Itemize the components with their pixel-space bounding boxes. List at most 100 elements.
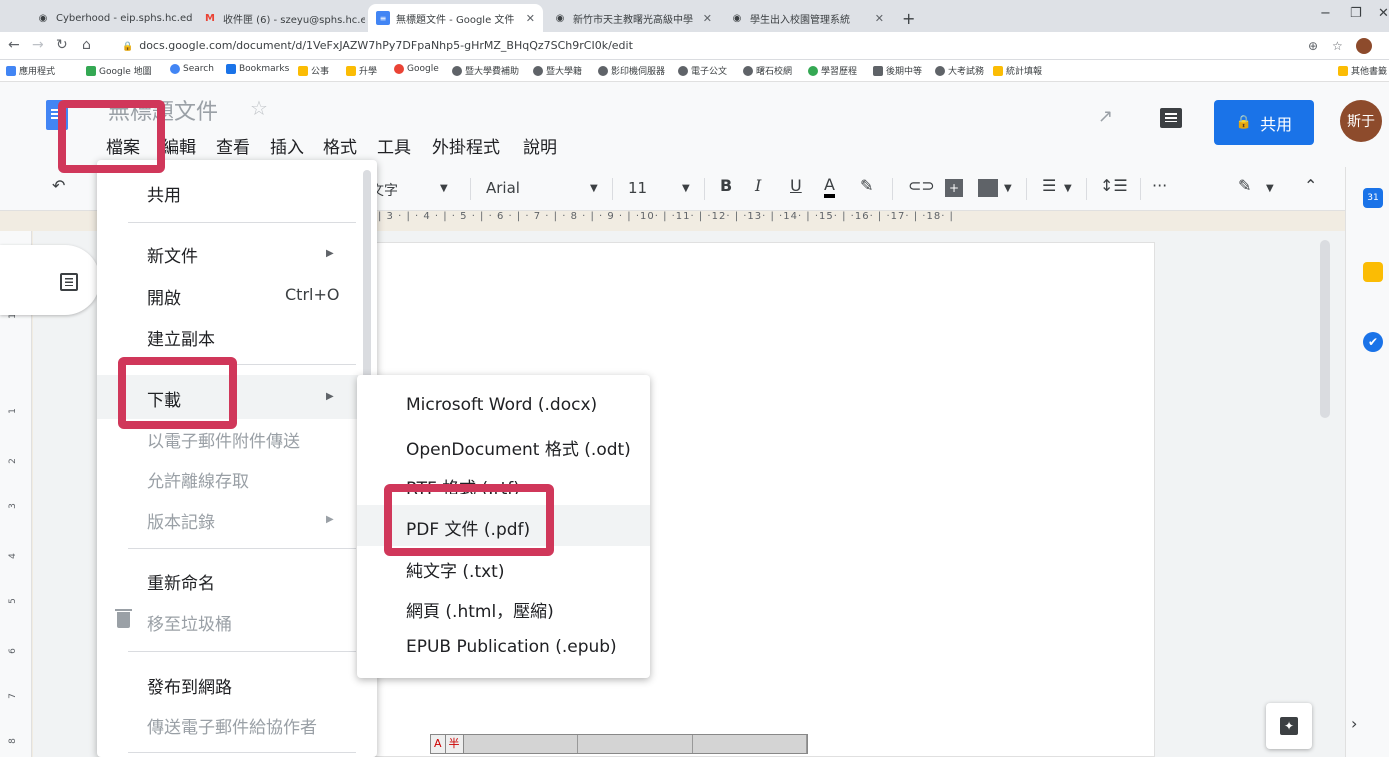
document-scrollbar[interactable] bbox=[1320, 240, 1330, 418]
bookmark-edoc[interactable]: 電子公文 bbox=[678, 64, 727, 77]
file-menu-rename[interactable]: 重新命名 bbox=[147, 569, 215, 594]
bookmark-printer[interactable]: 影印機伺服器 bbox=[598, 64, 665, 77]
highlight-icon[interactable]: ✎ bbox=[860, 176, 873, 195]
chevron-down-icon[interactable]: ▼ bbox=[682, 183, 690, 194]
file-menu-share[interactable]: 共用 bbox=[147, 181, 181, 206]
bookmark-secondary[interactable]: 後期中等 bbox=[873, 64, 922, 77]
back-icon[interactable]: ← bbox=[8, 37, 20, 53]
bookmark-google[interactable]: Google bbox=[394, 64, 439, 74]
calendar-icon[interactable]: 31 bbox=[1363, 188, 1383, 208]
line-spacing-icon[interactable]: ↕☰ bbox=[1100, 176, 1128, 195]
bold-button[interactable]: B bbox=[720, 176, 732, 195]
share-button[interactable]: 🔒 共用 bbox=[1214, 100, 1314, 145]
reload-icon[interactable]: ↻ bbox=[56, 37, 68, 53]
close-icon[interactable]: ✕ bbox=[520, 12, 535, 25]
bookmark-other[interactable]: 其他書籤 bbox=[1338, 64, 1387, 77]
file-menu-trash[interactable]: 移至垃圾桶 bbox=[147, 610, 232, 635]
file-menu-version-history[interactable]: 版本記錄 bbox=[147, 508, 215, 533]
document-outline-button[interactable] bbox=[0, 245, 100, 315]
close-icon[interactable]: ✕ bbox=[697, 12, 712, 25]
menu-view[interactable]: 查看 bbox=[216, 133, 250, 158]
chevron-down-icon[interactable]: ▼ bbox=[1004, 183, 1012, 194]
close-icon[interactable]: ✕ bbox=[869, 12, 884, 25]
maximize-icon[interactable]: ❐ bbox=[1350, 6, 1362, 21]
menu-help[interactable]: 說明 bbox=[523, 133, 557, 158]
more-options-button[interactable]: ··· bbox=[1152, 176, 1167, 195]
ime-mode-label[interactable]: A bbox=[431, 735, 446, 753]
home-icon[interactable]: ⌂ bbox=[82, 37, 91, 53]
bookmark-stats[interactable]: 統計填報 bbox=[993, 64, 1042, 77]
avatar[interactable]: 斯于 bbox=[1340, 100, 1382, 142]
browser-tab-cyberhood[interactable]: ◉ Cyberhood - eip.sphs.hc.edu.tw ✕ bbox=[28, 4, 193, 32]
download-docx[interactable]: Microsoft Word (.docx) bbox=[406, 395, 597, 415]
horizontal-ruler[interactable]: | 3 · | · 4 · | · 5 · | · 6 · | · 7 · | … bbox=[378, 211, 1158, 231]
file-menu-open[interactable]: 開啟 bbox=[147, 284, 181, 309]
browser-tab-gmail[interactable]: M 收件匣 (6) - szeyu@sphs.hc.edu ✕ bbox=[195, 4, 365, 32]
align-left-icon[interactable]: ☰ bbox=[1042, 176, 1056, 195]
explore-button[interactable]: ✦ bbox=[1266, 703, 1312, 749]
link-icon[interactable]: ⊂⊃ bbox=[908, 176, 935, 195]
bookmark-exam[interactable]: 大考試務 bbox=[935, 64, 984, 77]
star-icon[interactable]: ☆ bbox=[250, 96, 268, 120]
text-color-button[interactable]: A bbox=[824, 176, 835, 198]
comment-icon[interactable] bbox=[1160, 108, 1182, 128]
undo-icon[interactable]: ↶ bbox=[52, 176, 65, 195]
file-menu-publish[interactable]: 發布到網路 bbox=[147, 673, 232, 698]
insert-comment-icon[interactable]: + bbox=[945, 179, 963, 197]
bookmark-maps[interactable]: Google 地圖 bbox=[86, 64, 152, 77]
url-input[interactable]: 🔒 docs.google.com/document/d/1VeFxJAZW7hP… bbox=[122, 39, 633, 52]
tasks-icon[interactable]: ✔ bbox=[1363, 332, 1383, 352]
chevron-right-icon[interactable]: › bbox=[1351, 714, 1357, 733]
file-menu-new[interactable]: 新文件 bbox=[147, 242, 198, 267]
bookmark-search[interactable]: Search bbox=[170, 64, 214, 74]
download-txt[interactable]: 純文字 (.txt) bbox=[406, 557, 504, 582]
new-tab-button[interactable]: + bbox=[894, 4, 924, 32]
file-menu-copy[interactable]: 建立副本 bbox=[147, 325, 215, 350]
underline-button[interactable]: U bbox=[790, 176, 802, 195]
chevron-down-icon[interactable]: ▼ bbox=[590, 183, 598, 194]
menu-edit[interactable]: 編輯 bbox=[162, 133, 196, 158]
download-html[interactable]: 網頁 (.html，壓縮) bbox=[406, 597, 554, 622]
minimize-icon[interactable]: − bbox=[1320, 6, 1331, 21]
menu-insert[interactable]: 插入 bbox=[270, 133, 304, 158]
file-menu-offline[interactable]: 允許離線存取 bbox=[147, 467, 249, 492]
bookmark-enrollment[interactable]: 暨大學籍 bbox=[533, 64, 582, 77]
bookmark-tuition[interactable]: 暨大學費補助 bbox=[452, 64, 519, 77]
window-close-icon[interactable]: ✕ bbox=[1378, 6, 1389, 21]
chevron-down-icon[interactable]: ▼ bbox=[1064, 183, 1072, 194]
insert-image-icon[interactable] bbox=[978, 179, 998, 197]
italic-button[interactable]: I bbox=[755, 176, 761, 195]
file-menu-email-attachment[interactable]: 以電子郵件附件傳送 bbox=[147, 427, 300, 452]
keep-icon[interactable] bbox=[1363, 262, 1383, 282]
file-menu-email-collaborators[interactable]: 傳送電子郵件給協作者 bbox=[147, 713, 317, 738]
browser-tab-student[interactable]: ◉ 學生出入校園管理系統 ✕ bbox=[722, 4, 892, 32]
browser-tab-docs[interactable]: ≡ 無標題文件 - Google 文件 ✕ bbox=[368, 4, 543, 32]
bookmark-apps[interactable]: 應用程式 bbox=[6, 64, 55, 77]
chevron-down-icon[interactable]: ▼ bbox=[440, 183, 448, 194]
collapse-chevron-up-icon[interactable]: ⌃ bbox=[1304, 176, 1317, 195]
bookmark-admission[interactable]: 升學 bbox=[346, 64, 377, 77]
zoom-icon[interactable]: ⊕ bbox=[1308, 39, 1318, 53]
menu-tools[interactable]: 工具 bbox=[377, 133, 411, 158]
menu-scrollbar[interactable] bbox=[363, 170, 371, 380]
activity-trend-icon[interactable]: ↗ bbox=[1098, 106, 1113, 127]
font-dropdown[interactable]: Arial bbox=[486, 179, 520, 197]
bookmark-school-net[interactable]: 曙石校網 bbox=[743, 64, 792, 77]
ime-toolbar[interactable]: A 半 bbox=[430, 734, 808, 754]
download-odt[interactable]: OpenDocument 格式 (.odt) bbox=[406, 435, 631, 460]
ime-segment bbox=[463, 735, 579, 753]
bookmark-portfolio[interactable]: 學習歷程 bbox=[808, 64, 857, 77]
browser-tab-school[interactable]: ◉ 新竹市天主教曙光高級中學 ✕ bbox=[545, 4, 720, 32]
font-size-dropdown[interactable]: 11 bbox=[628, 179, 647, 197]
forward-icon[interactable]: → bbox=[32, 37, 44, 53]
bookmark-official[interactable]: 公事 bbox=[298, 64, 329, 77]
bookmark-star-icon[interactable]: ☆ bbox=[1332, 39, 1343, 53]
menu-addons[interactable]: 外掛程式 bbox=[432, 133, 500, 158]
menu-format[interactable]: 格式 bbox=[323, 133, 357, 158]
download-epub[interactable]: EPUB Publication (.epub) bbox=[406, 637, 617, 657]
edit-mode-pencil-icon[interactable]: ✎ bbox=[1238, 176, 1251, 195]
bookmark-bookmarks[interactable]: Bookmarks bbox=[226, 64, 289, 74]
profile-avatar-icon[interactable] bbox=[1356, 38, 1372, 54]
ime-half-width-label[interactable]: 半 bbox=[445, 735, 464, 753]
chevron-down-icon[interactable]: ▼ bbox=[1266, 183, 1274, 194]
